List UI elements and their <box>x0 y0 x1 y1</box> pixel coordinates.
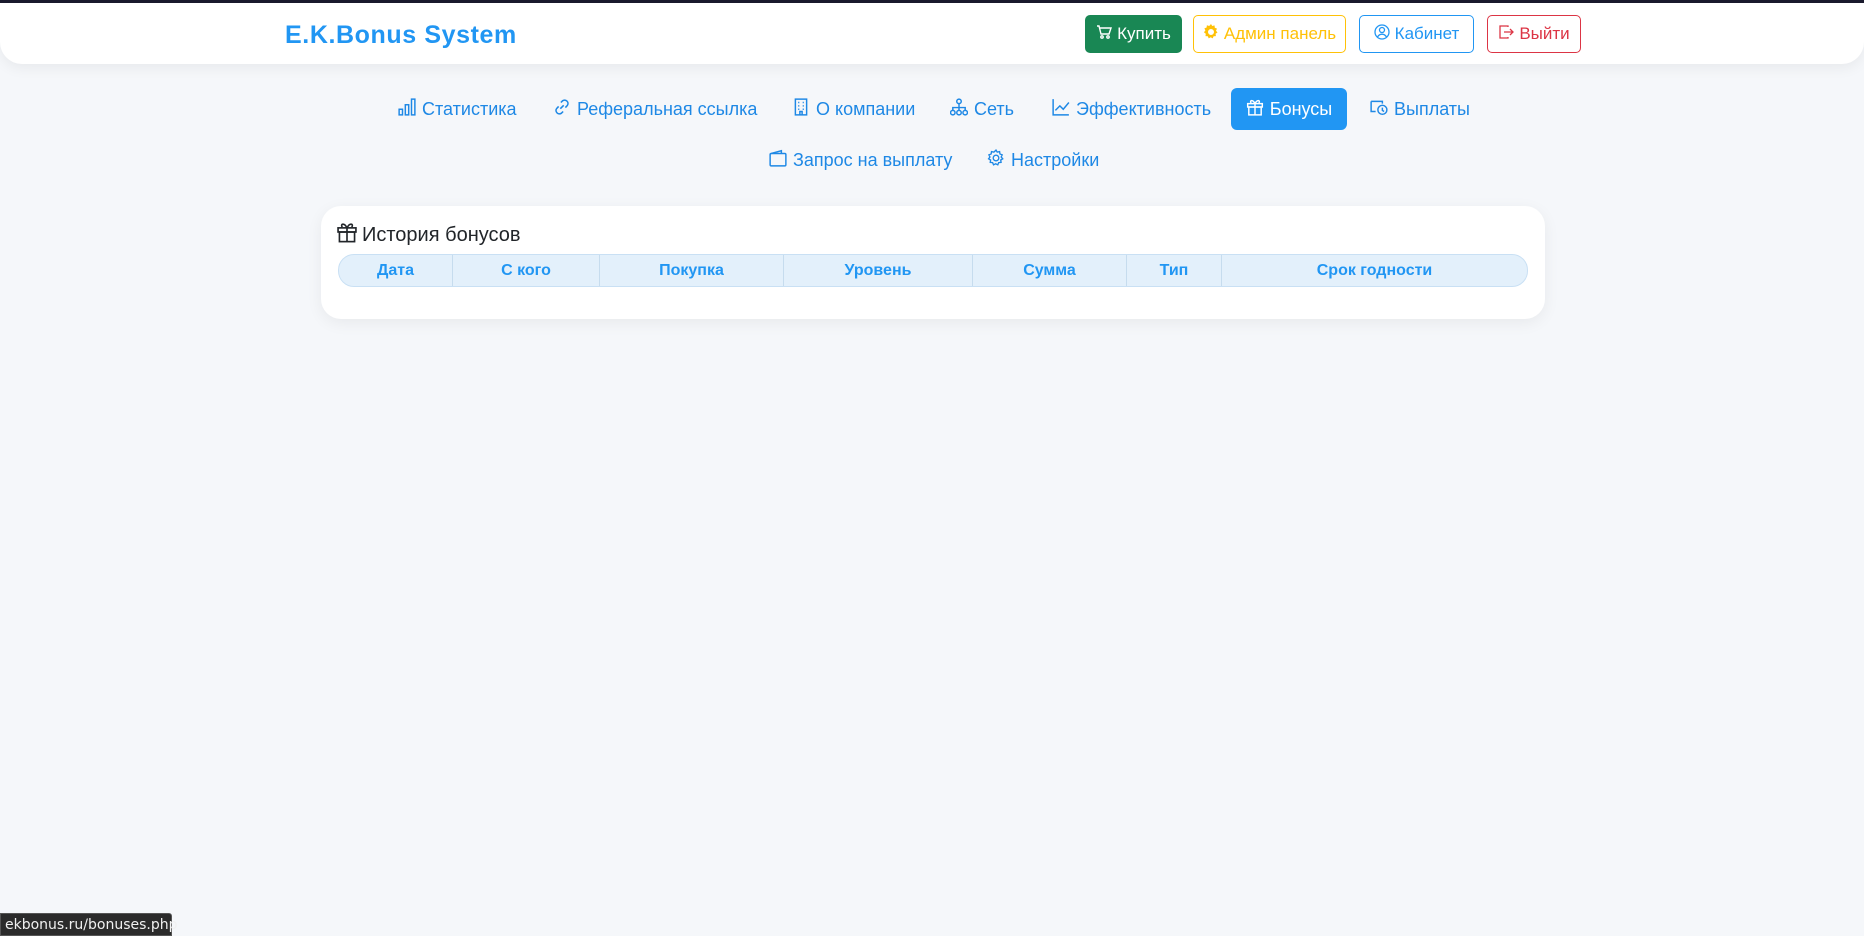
header: E.K.Bonus System Купить Админ панель Каб… <box>0 3 1864 64</box>
column-header-expiry[interactable]: Срок годности <box>1222 255 1527 286</box>
admin-panel-label: Админ панель <box>1223 24 1337 43</box>
nav-item-label: Настройки <box>1011 149 1100 170</box>
nav-item-statistics[interactable]: Статистика <box>398 88 517 130</box>
cash-icon <box>1370 98 1388 121</box>
link-icon <box>553 98 571 121</box>
status-bar-url: ekbonus.ru/bonuses.php <box>0 913 178 936</box>
card-title-text: История бонусов <box>362 223 521 246</box>
logout-icon <box>1498 24 1515 45</box>
nav-item-label: Статистика <box>422 98 517 119</box>
nav-item-network[interactable]: Сеть <box>949 88 1015 130</box>
column-header-level[interactable]: Уровень <box>784 255 973 286</box>
buy-label: Купить <box>1117 24 1171 43</box>
building-icon <box>792 97 810 121</box>
cabinet-label: Кабинет <box>1394 24 1460 43</box>
nav-item-label: Эффективность <box>1076 98 1212 119</box>
gift-icon <box>1246 98 1264 121</box>
column-header-purchase[interactable]: Покупка <box>600 255 784 286</box>
buy-button[interactable]: Купить <box>1085 15 1182 53</box>
cart-icon <box>1096 24 1113 45</box>
user-circle-icon <box>1374 23 1390 45</box>
wallet-icon <box>769 149 787 172</box>
nav-item-efficiency[interactable]: Эффективность <box>1052 88 1211 130</box>
nav-item-label: Выплаты <box>1394 98 1470 119</box>
nav-item-label: Бонусы <box>1269 98 1333 119</box>
nav-item-payout-request[interactable]: Запрос на выплату <box>769 139 952 181</box>
nav-item-settings[interactable]: Настройки <box>987 139 1099 181</box>
nav-item-label: О компании <box>816 98 916 119</box>
gear-icon <box>987 148 1005 172</box>
nav-item-payouts[interactable]: Выплаты <box>1370 88 1470 130</box>
logout-button[interactable]: Выйти <box>1487 15 1581 53</box>
brand-logo[interactable]: E.K.Bonus System <box>285 21 517 50</box>
cabinet-button[interactable]: Кабинет <box>1359 15 1474 53</box>
nav-item-about-company[interactable]: О компании <box>792 88 915 130</box>
nav-item-bonuses[interactable]: Бонусы <box>1231 88 1347 130</box>
bonus-history-card: История бонусов Дата С кого Покупка Уров… <box>321 206 1545 319</box>
nav-item-referral-link[interactable]: Реферальная ссылка <box>553 88 757 130</box>
gift-icon <box>336 221 358 249</box>
line-chart-icon <box>1052 98 1070 121</box>
column-header-type[interactable]: Тип <box>1127 255 1222 286</box>
admin-panel-button[interactable]: Админ панель <box>1193 15 1346 53</box>
gear-icon <box>1203 23 1219 45</box>
nav-item-label: Реферальная ссылка <box>577 98 758 119</box>
network-icon <box>949 97 969 121</box>
bonus-table-header: Дата С кого Покупка Уровень Сумма Тип Ср… <box>338 254 1528 287</box>
column-header-amount[interactable]: Сумма <box>973 255 1127 286</box>
nav-item-label: Запрос на выплату <box>793 149 953 170</box>
column-header-from[interactable]: С кого <box>453 255 600 286</box>
card-title: История бонусов <box>336 221 521 249</box>
nav-item-label: Сеть <box>974 98 1015 119</box>
bar-chart-icon <box>398 97 416 121</box>
column-header-date[interactable]: Дата <box>339 255 453 286</box>
logout-label: Выйти <box>1519 24 1570 43</box>
